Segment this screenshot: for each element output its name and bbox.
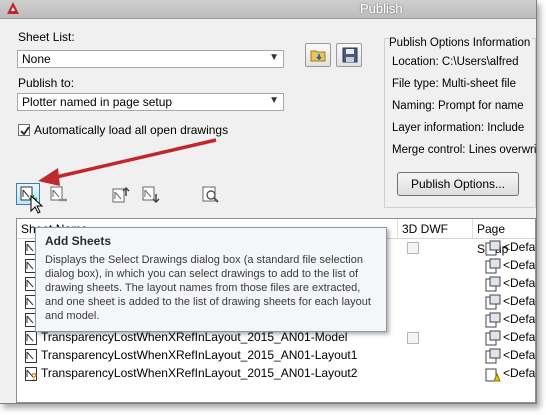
publish-dialog: Publish Sheet List: None ▼ Publish to: P…	[0, 0, 537, 404]
annotation-arrow	[38, 138, 217, 186]
mouse-cursor-icon	[30, 195, 44, 214]
